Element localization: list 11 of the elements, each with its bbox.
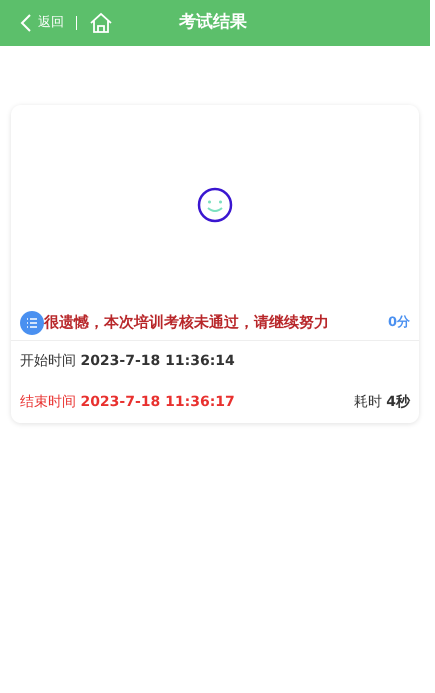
duration: 耗时 4秒 (354, 393, 410, 412)
score: 0分 (388, 314, 410, 332)
page-title: 考试结果 (179, 11, 247, 34)
list-icon (20, 310, 44, 334)
smiley-icon (197, 187, 233, 223)
end-time: 结束时间 2023-7-18 11:36:17 (20, 393, 235, 412)
start-time: 开始时间 2023-7-18 11:36:14 (20, 353, 235, 369)
result-message: 很遗憾，本次培训考核未通过，请继续努力 (44, 312, 329, 334)
home-icon[interactable] (89, 12, 113, 34)
back-icon (20, 13, 32, 33)
back-button[interactable]: 返回 (20, 13, 64, 33)
